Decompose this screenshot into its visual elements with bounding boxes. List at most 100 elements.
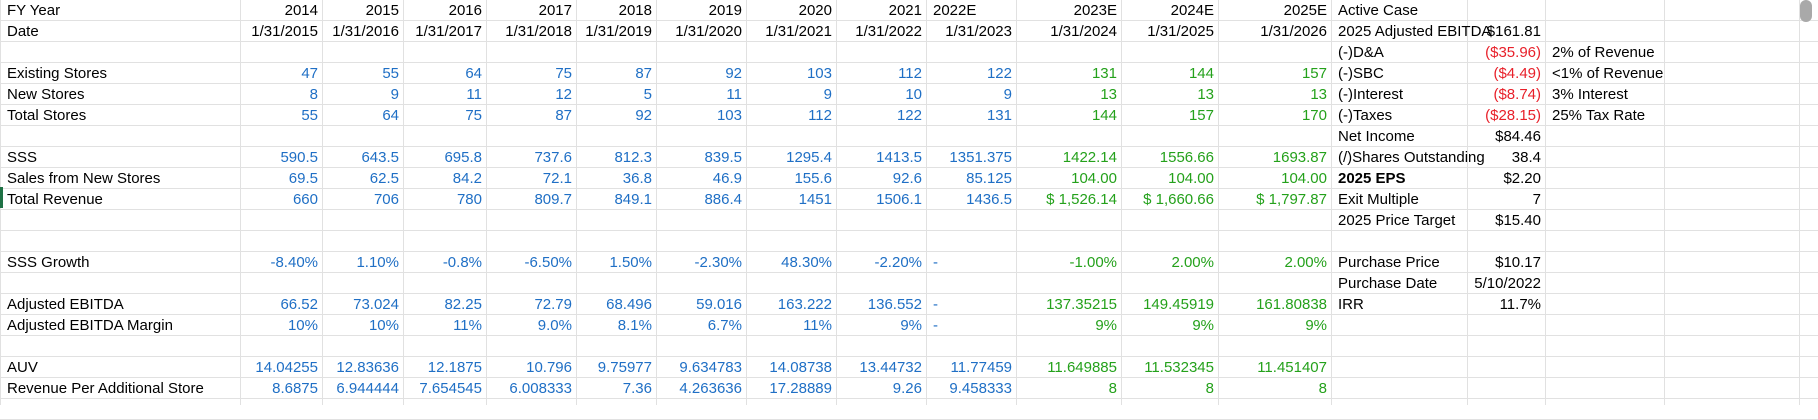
row-label[interactable]: Adjusted EBITDA Margin	[0, 315, 240, 336]
row-label[interactable]: SSS	[0, 147, 240, 168]
data-cell[interactable]: 103	[746, 63, 836, 84]
data-cell[interactable]: 1/31/2017	[403, 21, 486, 42]
data-cell[interactable]: 131	[1016, 63, 1121, 84]
data-cell[interactable]: 75	[486, 63, 576, 84]
purchase-label[interactable]: IRR	[1331, 294, 1467, 315]
data-cell[interactable]: 1436.5	[926, 189, 1016, 210]
data-cell[interactable]: 11	[656, 84, 746, 105]
valuation-label[interactable]: 2025 Adjusted EBITDA	[1331, 21, 1491, 42]
data-cell[interactable]: 12	[486, 84, 576, 105]
data-cell[interactable]: 5	[576, 84, 656, 105]
valuation-value[interactable]: ($8.74)	[1467, 84, 1545, 105]
data-cell[interactable]: 144	[1121, 63, 1218, 84]
data-cell[interactable]: 11.649885	[1016, 357, 1121, 378]
purchase-value[interactable]: $10.17	[1467, 252, 1545, 273]
data-cell[interactable]: 1.50%	[576, 252, 656, 273]
data-cell[interactable]: 122	[926, 63, 1016, 84]
data-cell[interactable]: 46.9	[656, 168, 746, 189]
valuation-note[interactable]: <1% of Revenue	[1545, 63, 1664, 84]
data-cell[interactable]: 2023E	[1016, 0, 1121, 21]
data-cell[interactable]: 55	[322, 63, 403, 84]
data-cell[interactable]: 92	[576, 105, 656, 126]
data-cell[interactable]: 1351.375	[926, 147, 1016, 168]
data-cell[interactable]: 170	[1218, 105, 1331, 126]
data-cell[interactable]: 62.5	[322, 168, 403, 189]
data-cell[interactable]: 137.35215	[1016, 294, 1121, 315]
valuation-value[interactable]: ($4.49)	[1467, 63, 1545, 84]
data-cell[interactable]: 10	[836, 84, 926, 105]
data-cell[interactable]: 9.75977	[576, 357, 656, 378]
data-cell[interactable]: 87	[486, 105, 576, 126]
data-cell[interactable]: 2018	[576, 0, 656, 21]
data-cell[interactable]: 11	[403, 84, 486, 105]
data-cell[interactable]: 66.52	[240, 294, 322, 315]
data-cell[interactable]: 149.45919	[1121, 294, 1218, 315]
data-cell[interactable]: 1/31/2022	[836, 21, 926, 42]
row-label[interactable]: Sales from New Stores	[0, 168, 240, 189]
data-cell[interactable]: 9%	[836, 315, 926, 336]
data-cell[interactable]: 10%	[322, 315, 403, 336]
valuation-value[interactable]: ($35.96)	[1467, 42, 1545, 63]
data-cell[interactable]: 1/31/2024	[1016, 21, 1121, 42]
valuation-value[interactable]: $84.46	[1467, 126, 1545, 147]
data-cell[interactable]: 73.024	[322, 294, 403, 315]
data-cell[interactable]: 36.8	[576, 168, 656, 189]
data-cell[interactable]: 10%	[240, 315, 322, 336]
data-cell[interactable]: 1556.66	[1121, 147, 1218, 168]
data-cell[interactable]: 82.25	[403, 294, 486, 315]
data-cell[interactable]: 8.6875	[240, 378, 322, 399]
data-cell[interactable]: 1693.87	[1218, 147, 1331, 168]
valuation-note[interactable]: 2% of Revenue	[1545, 42, 1664, 63]
data-cell[interactable]: 13	[1218, 84, 1331, 105]
data-cell[interactable]: 1422.14	[1016, 147, 1121, 168]
row-label[interactable]: Date	[0, 21, 240, 42]
data-cell[interactable]: 780	[403, 189, 486, 210]
data-cell[interactable]: 155.6	[746, 168, 836, 189]
data-cell[interactable]: 809.7	[486, 189, 576, 210]
valuation-note[interactable]: 3% Interest	[1545, 84, 1664, 105]
row-label[interactable]: Adjusted EBITDA	[0, 294, 240, 315]
data-cell[interactable]: 157	[1218, 63, 1331, 84]
valuation-value[interactable]: ($28.15)	[1467, 105, 1545, 126]
data-cell[interactable]: 7.654545	[403, 378, 486, 399]
data-cell[interactable]: 64	[322, 105, 403, 126]
data-cell[interactable]: -6.50%	[486, 252, 576, 273]
data-cell[interactable]: 13.44732	[836, 357, 926, 378]
valuation-value[interactable]: 7	[1467, 189, 1545, 210]
data-cell[interactable]: 13	[1016, 84, 1121, 105]
data-cell[interactable]: 8	[1218, 378, 1331, 399]
data-cell[interactable]: 12.83636	[322, 357, 403, 378]
data-cell[interactable]: 1413.5	[836, 147, 926, 168]
data-cell[interactable]: 1/31/2021	[746, 21, 836, 42]
data-cell[interactable]: 1/31/2015	[240, 21, 322, 42]
data-cell[interactable]: -2.30%	[656, 252, 746, 273]
valuation-label[interactable]: (-)Taxes	[1331, 105, 1467, 126]
data-cell[interactable]: 157	[1121, 105, 1218, 126]
data-cell[interactable]: 1/31/2025	[1121, 21, 1218, 42]
purchase-value[interactable]: 5/10/2022	[1467, 273, 1545, 294]
data-cell[interactable]: 14.04255	[240, 357, 322, 378]
data-cell[interactable]: 92	[656, 63, 746, 84]
valuation-label[interactable]: (/)Shares Outstanding	[1331, 147, 1485, 168]
data-cell[interactable]: 8.1%	[576, 315, 656, 336]
data-cell[interactable]: -2.20%	[836, 252, 926, 273]
data-cell[interactable]: 1/31/2026	[1218, 21, 1331, 42]
data-cell[interactable]: $ 1,526.14	[1016, 189, 1121, 210]
data-cell[interactable]: 9%	[1016, 315, 1121, 336]
data-cell[interactable]: 8	[1121, 378, 1218, 399]
data-cell[interactable]: 2020	[746, 0, 836, 21]
data-cell[interactable]: 643.5	[322, 147, 403, 168]
data-cell[interactable]: 59.016	[656, 294, 746, 315]
active-case-header[interactable]: Active Case	[1331, 0, 1631, 21]
data-cell[interactable]: 104.00	[1218, 168, 1331, 189]
valuation-label[interactable]: (-)Interest	[1331, 84, 1467, 105]
data-cell[interactable]: 13	[1121, 84, 1218, 105]
data-cell[interactable]: 695.8	[403, 147, 486, 168]
data-cell[interactable]: 9.458333	[926, 378, 1016, 399]
data-cell[interactable]: 92.6	[836, 168, 926, 189]
data-cell[interactable]: 17.28889	[746, 378, 836, 399]
data-cell[interactable]: 1/31/2018	[486, 21, 576, 42]
data-cell[interactable]: $ 1,797.87	[1218, 189, 1331, 210]
data-cell[interactable]: 14.08738	[746, 357, 836, 378]
data-cell[interactable]: 1295.4	[746, 147, 836, 168]
